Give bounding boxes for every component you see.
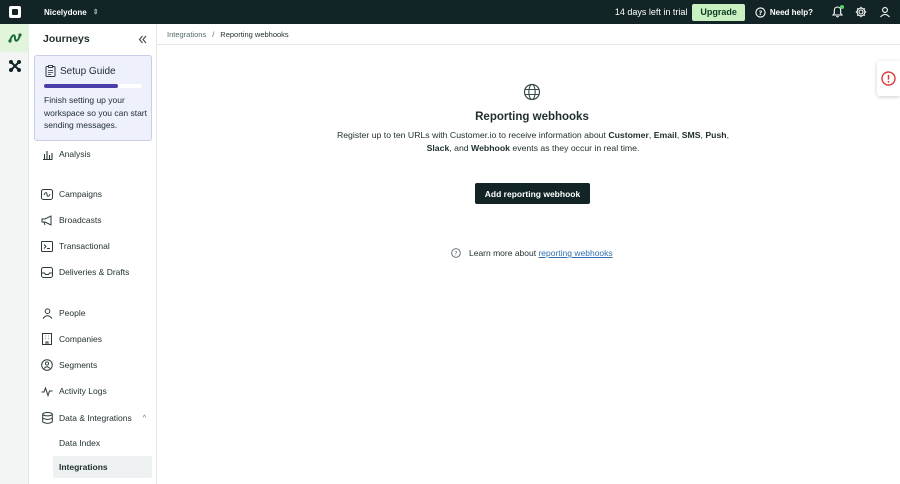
nav-label: Data & Integrations — [59, 413, 132, 423]
building-icon — [41, 333, 53, 345]
workspace-name: Nicelydone — [44, 7, 87, 17]
help-label: Need help? — [769, 7, 813, 17]
nav-segments[interactable]: Segments — [34, 354, 152, 376]
help-button[interactable]: ? Need help? — [755, 6, 813, 18]
person-icon — [41, 307, 53, 319]
nav-people[interactable]: People — [34, 302, 152, 324]
segments-icon — [41, 359, 53, 371]
setup-guide-text: Finish setting up your workspace so you … — [44, 95, 147, 130]
bar-chart-icon — [41, 148, 53, 160]
gear-icon — [855, 6, 867, 18]
help-circle-icon: ? — [755, 6, 766, 18]
globe-icon — [523, 83, 541, 101]
subnav-integrations[interactable]: Integrations — [53, 456, 152, 478]
breadcrumb-current: Reporting webhooks — [220, 29, 289, 39]
rail-apps[interactable] — [0, 52, 29, 80]
clipboard-icon — [45, 65, 56, 77]
nav-label: Analysis — [59, 149, 91, 159]
page-description: Register up to ten URLs with Customer.io… — [330, 129, 736, 155]
nav-label: Activity Logs — [59, 386, 107, 396]
breadcrumb-parent-link[interactable]: Integrations — [167, 30, 206, 39]
add-reporting-webhook-button[interactable]: Add reporting webhook — [475, 183, 590, 204]
nav-label: Deliveries & Drafts — [59, 267, 130, 277]
upgrade-button[interactable]: Upgrade — [692, 3, 745, 21]
desc-and: , and — [449, 143, 472, 153]
nav-data-integrations[interactable]: Data & Integrations ^ — [34, 407, 152, 429]
nav-campaigns[interactable]: Campaigns — [34, 183, 152, 205]
desc-webhook: Webhook — [471, 143, 510, 153]
app-logo[interactable] — [0, 0, 29, 24]
alert-widget[interactable] — [877, 61, 900, 96]
journeys-icon — [7, 33, 22, 43]
desc-sms: SMS — [681, 130, 701, 140]
page-title: Reporting webhooks — [475, 111, 589, 123]
collapse-sidebar-button[interactable] — [136, 33, 148, 45]
terminal-icon — [41, 240, 53, 252]
desc-customer: Customer — [608, 130, 649, 140]
chevron-updown-icon: ⇕ — [92, 9, 99, 16]
desc-slack: Slack — [426, 143, 450, 153]
setup-guide-title: Setup Guide — [60, 65, 116, 77]
setup-progress-bar — [44, 84, 142, 88]
nav-activity-logs[interactable]: Activity Logs — [34, 380, 152, 402]
breadcrumb: Integrations / Reporting webhooks — [157, 24, 900, 45]
setup-guide-card[interactable]: Setup Guide Finish setting up your works… — [34, 55, 152, 141]
rail-journeys[interactable] — [0, 24, 29, 52]
nav-label: People — [59, 308, 86, 318]
svg-text:?: ? — [454, 250, 457, 257]
settings-button[interactable] — [849, 0, 873, 24]
campaigns-icon — [41, 188, 53, 200]
nav-analysis[interactable]: Analysis — [34, 143, 152, 165]
top-bar: Nicelydone ⇕ 14 days left in trial Upgra… — [0, 0, 900, 24]
activity-icon — [41, 385, 53, 397]
desc-push: Push — [705, 130, 727, 140]
apps-icon — [8, 60, 21, 72]
breadcrumb-separator: / — [212, 29, 215, 39]
nav-label: Broadcasts — [59, 215, 102, 225]
double-chevron-left-icon — [138, 35, 146, 43]
setup-progress-fill — [44, 84, 118, 88]
reporting-webhooks-docs-link[interactable]: reporting webhooks — [538, 248, 612, 258]
desc-text: Register up to ten URLs with Customer.io… — [336, 130, 609, 140]
learn-more: ? Learn more about reporting webhooks — [451, 248, 613, 258]
workspace-switcher[interactable]: Nicelydone ⇕ — [44, 8, 99, 17]
notification-dot — [840, 5, 844, 9]
megaphone-icon — [41, 214, 53, 226]
nav-deliveries-drafts[interactable]: Deliveries & Drafts — [34, 261, 152, 283]
account-button[interactable] — [873, 0, 897, 24]
nav-companies[interactable]: Companies — [34, 328, 152, 350]
nav-broadcasts[interactable]: Broadcasts — [34, 209, 152, 231]
notifications-button[interactable] — [825, 0, 849, 24]
sidebar: Journeys Setup Guide Finish setting up y… — [29, 24, 157, 484]
help-circle-icon: ? — [451, 248, 461, 258]
user-icon — [880, 7, 890, 18]
nav-label: Transactional — [59, 241, 110, 251]
learn-more-prefix: Learn more about — [469, 248, 539, 258]
nav-label: Segments — [59, 360, 98, 370]
desc-email: Email — [653, 130, 677, 140]
desc-end: events as they occur in real time. — [509, 143, 640, 153]
nav-label: Companies — [59, 334, 102, 344]
inbox-icon — [41, 266, 53, 278]
database-icon — [41, 412, 53, 424]
desc-sep: , — [726, 130, 730, 140]
chevron-up-icon: ^ — [142, 414, 146, 422]
alert-circle-icon — [881, 71, 896, 86]
nav-label: Campaigns — [59, 189, 102, 199]
svg-text:?: ? — [759, 8, 763, 16]
subnav-data-index[interactable]: Data Index — [53, 432, 152, 454]
trial-status: 14 days left in trial — [614, 7, 688, 17]
app-rail — [0, 24, 29, 484]
sidebar-title: Journeys — [43, 33, 90, 45]
nav-transactional[interactable]: Transactional — [34, 235, 152, 257]
logo-icon — [8, 6, 21, 18]
